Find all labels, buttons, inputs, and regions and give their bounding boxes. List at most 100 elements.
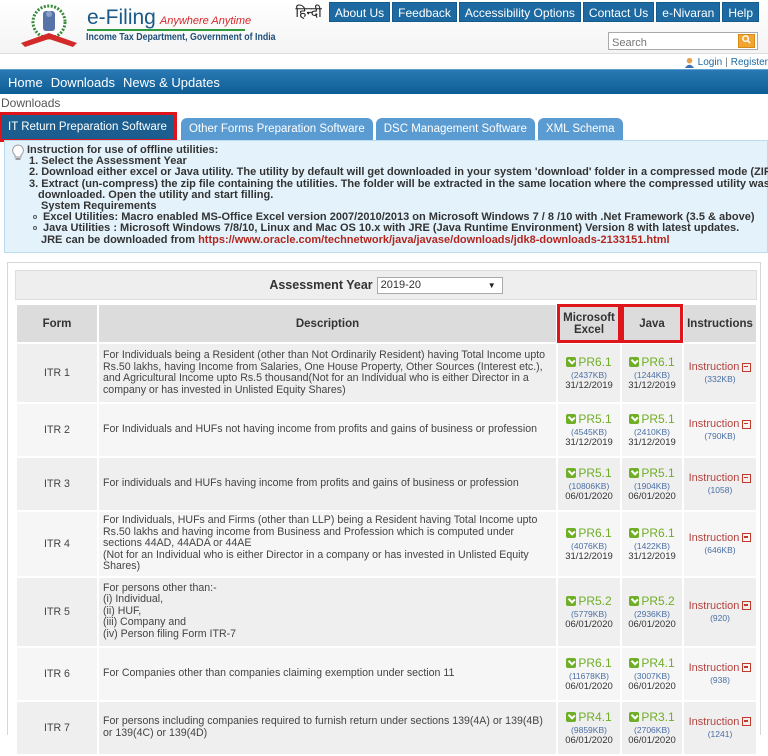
download-icon bbox=[566, 414, 577, 424]
header-microsoft-excel: Microsoft Excel bbox=[557, 304, 621, 343]
feedback-link[interactable]: Feedback bbox=[392, 2, 457, 22]
download-icon bbox=[629, 527, 640, 538]
brand-title[interactable]: e-Filing Anywhere Anytime bbox=[87, 6, 251, 30]
instruction-cell: Instruction (938) bbox=[684, 647, 756, 700]
main-nav: Home Downloads News & Updates bbox=[0, 69, 768, 94]
excel-version: PR5.2 bbox=[578, 593, 612, 608]
form-description: For individuals and HUFs having income f… bbox=[99, 458, 556, 510]
table-header-row: Form Description Microsoft Excel Java In… bbox=[17, 304, 756, 343]
excel-download-link[interactable]: PR5.1 bbox=[566, 466, 612, 480]
instruction-file-size: (646KB) bbox=[704, 544, 736, 555]
java-version: PR5.1 bbox=[641, 412, 675, 426]
excel-release-date: 31/12/2019 bbox=[565, 380, 613, 391]
contact-us-link[interactable]: Contact Us bbox=[582, 2, 655, 22]
lightbulb-icon bbox=[12, 144, 24, 160]
java-file-size: (3007KB) bbox=[634, 670, 670, 681]
pdf-icon bbox=[742, 717, 752, 726]
instruction-link[interactable]: Instruction bbox=[689, 532, 752, 544]
form-name: ITR 3 bbox=[17, 458, 97, 510]
form-name: ITR 4 bbox=[17, 512, 97, 576]
java-release-date: 06/01/2020 bbox=[628, 491, 676, 502]
instruction-link[interactable]: Instruction bbox=[689, 361, 752, 373]
assessment-year-select[interactable]: 2019-20 ▼ bbox=[376, 276, 503, 294]
java-download-link[interactable]: PR5.2 bbox=[629, 594, 675, 608]
java-download-link[interactable]: PR4.1 bbox=[629, 656, 675, 670]
java-download-link[interactable]: PR3.1 bbox=[629, 710, 675, 724]
nav-downloads[interactable]: Downloads bbox=[51, 75, 115, 90]
java-file-size: (1904KB) bbox=[634, 481, 670, 491]
header-description: Description bbox=[99, 305, 556, 342]
about-us-link[interactable]: About Us bbox=[328, 2, 391, 22]
java-file-size: (2936KB) bbox=[634, 608, 670, 619]
nav-news-updates[interactable]: News & Updates bbox=[123, 75, 220, 90]
instruction-link[interactable]: Instruction bbox=[689, 716, 752, 728]
search-button[interactable] bbox=[738, 34, 755, 48]
table-row: ITR 6 For Companies other than companies… bbox=[17, 647, 756, 700]
header-instructions: Instructions bbox=[684, 305, 756, 342]
help-link[interactable]: Help bbox=[722, 2, 759, 22]
download-icon bbox=[566, 468, 577, 478]
java-file-size: (2410KB) bbox=[634, 427, 670, 437]
excel-download-link[interactable]: PR6.1 bbox=[566, 355, 612, 369]
download-icon bbox=[629, 711, 640, 722]
instruction-file-size: (790KB) bbox=[704, 431, 736, 441]
search-input[interactable] bbox=[609, 35, 734, 51]
excel-download-cell: PR6.1 (2437KB) 31/12/2019 bbox=[558, 344, 620, 402]
user-icon bbox=[684, 57, 694, 68]
tab-xml-schema[interactable]: XML Schema bbox=[537, 118, 623, 140]
excel-download-link[interactable]: PR4.1 bbox=[566, 709, 612, 724]
hindi-language-link[interactable]: हिन्दी bbox=[290, 2, 326, 22]
instruction-label: Instruction bbox=[688, 472, 740, 484]
java-download-link[interactable]: PR5.1 bbox=[629, 466, 675, 480]
income-tax-emblem-icon[interactable] bbox=[17, 3, 81, 49]
table-row: ITR 4 For Individuals, HUFs and Firms (o… bbox=[17, 512, 756, 576]
register-link[interactable]: Register bbox=[731, 57, 768, 68]
instruction-link[interactable]: Instruction bbox=[689, 600, 752, 612]
java-download-link[interactable]: PR6.1 bbox=[629, 355, 675, 369]
tab-other-forms-preparation-software[interactable]: Other Forms Preparation Software bbox=[180, 118, 373, 140]
download-icon bbox=[566, 527, 577, 538]
instruction-link[interactable]: Instruction bbox=[689, 418, 752, 430]
download-icon bbox=[566, 595, 577, 606]
instruction-link[interactable]: Instruction bbox=[689, 662, 752, 674]
java-version: PR6.1 bbox=[641, 355, 675, 369]
login-link[interactable]: Login bbox=[698, 57, 722, 68]
java-release-date: 31/12/2019 bbox=[628, 380, 676, 391]
jre-download-text: JRE can be downloaded from bbox=[41, 233, 199, 246]
form-description: For persons other than:- (i) Individual,… bbox=[99, 577, 556, 646]
form-name: ITR 1 bbox=[17, 344, 97, 402]
nav-home[interactable]: Home bbox=[8, 75, 43, 90]
excel-download-link[interactable]: PR5.2 bbox=[566, 593, 612, 608]
java-download-link[interactable]: PR6.1 bbox=[629, 526, 675, 540]
e-nivaran-link[interactable]: e-Nivaran bbox=[656, 2, 721, 22]
pdf-icon bbox=[742, 601, 752, 610]
accessibility-options-link[interactable]: Accessibility Options bbox=[458, 2, 581, 22]
excel-file-size: (10806KB) bbox=[568, 481, 610, 491]
excel-download-link[interactable]: PR5.1 bbox=[566, 412, 612, 426]
java-download-link[interactable]: PR5.1 bbox=[629, 412, 675, 426]
java-release-date: 06/01/2020 bbox=[628, 680, 676, 692]
tab-dsc-management-software[interactable]: DSC Management Software bbox=[375, 118, 535, 140]
excel-download-link[interactable]: PR6.1 bbox=[566, 656, 612, 670]
java-release-date: 06/01/2020 bbox=[628, 618, 676, 630]
instruction-link[interactable]: Instruction bbox=[689, 472, 752, 484]
assessment-year-bar: Assessment Year 2019-20 ▼ bbox=[15, 270, 757, 300]
instruction-file-size: (332KB) bbox=[704, 374, 736, 384]
excel-file-size: (5779KB) bbox=[571, 608, 607, 619]
java-version: PR5.1 bbox=[641, 466, 675, 480]
excel-download-link[interactable]: PR6.1 bbox=[566, 526, 612, 540]
instruction-cell: Instruction (1058) bbox=[684, 458, 756, 510]
java-file-size: (2706KB) bbox=[634, 724, 670, 735]
login-separator: | bbox=[725, 56, 728, 68]
pdf-icon bbox=[742, 663, 752, 672]
jre-download-link[interactable]: https://www.oracle.com/technetwork/java/… bbox=[198, 234, 670, 246]
excel-requirements: Excel Utilities: Macro enabled MS-Office… bbox=[43, 211, 755, 224]
instruction-step-2: 2. Download either excel or Java utility… bbox=[29, 166, 768, 179]
excel-version: PR4.1 bbox=[578, 709, 612, 724]
excel-file-size: (2437KB) bbox=[571, 370, 607, 380]
tab-it-return-preparation-software[interactable]: IT Return Preparation Software bbox=[0, 112, 177, 142]
instruction-file-size: (920) bbox=[710, 612, 730, 623]
bullet-icon bbox=[33, 226, 37, 231]
form-description: For Individuals, HUFs and Firms (other t… bbox=[99, 512, 556, 576]
java-requirements: Java Utilities : Microsoft Windows 7/8/1… bbox=[43, 222, 740, 235]
